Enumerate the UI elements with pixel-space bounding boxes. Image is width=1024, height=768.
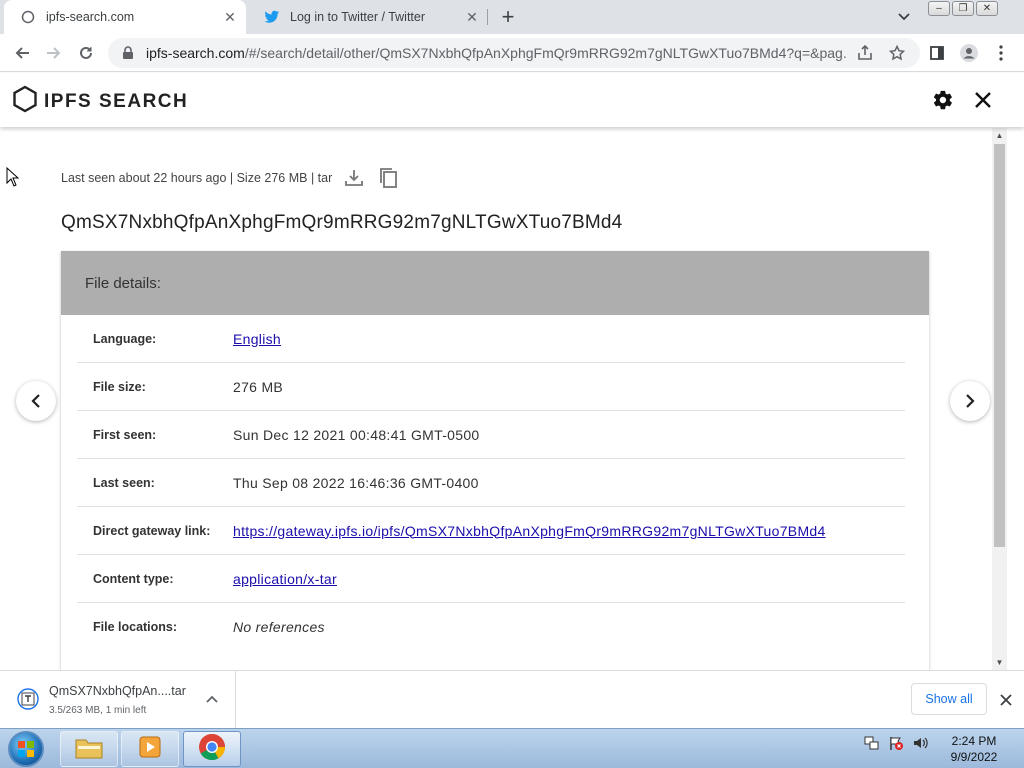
download-file-name: QmSX7NxbhQfpAn....tar: [49, 684, 186, 698]
row-gateway-link: Direct gateway link: https://gateway.ipf…: [77, 507, 905, 555]
row-label: File locations:: [93, 620, 178, 634]
url-path: /#/search/detail/other/QmSX7NxbhQfpAnXph…: [244, 45, 846, 61]
row-value: 276 MB: [233, 378, 284, 395]
row-value: No references: [233, 619, 325, 635]
taskbar-media-player[interactable]: [121, 731, 179, 767]
address-bar[interactable]: ipfs-search.com/#/search/detail/other/Qm…: [108, 38, 920, 68]
row-last-seen: Last seen: Thu Sep 08 2022 16:46:36 GMT-…: [77, 459, 905, 507]
row-label: First seen:: [93, 427, 157, 442]
row-first-seen: First seen: Sun Dec 12 2021 00:48:41 GMT…: [77, 411, 905, 459]
side-panel-icon[interactable]: [926, 42, 948, 64]
row-label: Direct gateway link:: [93, 523, 211, 538]
mouse-cursor-icon: [6, 166, 20, 187]
network-icon[interactable]: [864, 735, 880, 751]
scroll-up-arrow-icon[interactable]: ▲: [995, 132, 1004, 140]
content-type-link[interactable]: application/x-tar: [233, 571, 337, 587]
forward-button[interactable]: [42, 41, 66, 65]
menu-kebab-icon[interactable]: [990, 42, 1012, 64]
show-all-button[interactable]: Show all: [911, 683, 987, 715]
close-window-button[interactable]: ✕: [976, 1, 998, 16]
chevron-up-icon[interactable]: [204, 691, 220, 707]
bookmark-star-icon[interactable]: [888, 44, 906, 62]
action-center-flag-icon[interactable]: [888, 735, 904, 751]
reload-button[interactable]: [74, 41, 98, 65]
share-icon[interactable]: [856, 44, 874, 62]
start-button[interactable]: [4, 730, 48, 768]
language-link[interactable]: English: [233, 331, 281, 347]
hexagon-logo-icon: [12, 85, 38, 118]
card-header: File details:: [61, 251, 929, 315]
site-logo[interactable]: IPFS SEARCH: [12, 85, 188, 118]
folder-icon: [74, 734, 104, 765]
file-meta: Last seen about 22 hours ago | Size 276 …: [61, 166, 400, 190]
download-item[interactable]: QmSX7NxbhQfpAn....tar 3.5/263 MB, 1 min …: [0, 671, 236, 729]
download-status: 3.5/263 MB, 1 min left: [49, 705, 147, 716]
minimize-button[interactable]: –: [928, 1, 950, 16]
browser-tab-strip: ipfs-search.com ✕ Log in to Twitter / Tw…: [0, 0, 1024, 34]
row-language: Language: English: [77, 315, 905, 363]
row-file-locations: File locations: No references: [77, 603, 905, 651]
browser-toolbar: ipfs-search.com/#/search/detail/other/Qm…: [0, 34, 1024, 72]
detail-content: Last seen about 22 hours ago | Size 276 …: [0, 128, 992, 670]
download-icon[interactable]: [342, 166, 366, 190]
taskbar-chrome[interactable]: [183, 731, 241, 767]
row-label: Language:: [93, 331, 157, 346]
clock-time: 2:24 PM: [951, 734, 997, 748]
gateway-link[interactable]: https://gateway.ipfs.io/ipfs/QmSX7NxbhQf…: [233, 523, 826, 539]
row-value: Thu Sep 08 2022 16:46:36 GMT-0400: [233, 474, 479, 491]
tab-twitter[interactable]: Log in to Twitter / Twitter ✕: [248, 0, 488, 34]
globe-icon: [20, 9, 36, 25]
next-result-button[interactable]: [950, 381, 990, 421]
scrollbar-thumb[interactable]: [994, 144, 1005, 547]
close-shelf-icon[interactable]: [996, 690, 1016, 710]
window-controls: – ❐ ✕: [928, 1, 998, 18]
copy-icon[interactable]: [376, 166, 400, 190]
clock-date: 9/9/2022: [950, 750, 998, 764]
meta-text: Last seen about 22 hours ago | Size 276 …: [61, 171, 333, 185]
file-details-card: File details: Language: English File siz…: [61, 251, 929, 670]
scroll-down-arrow-icon[interactable]: ▼: [995, 659, 1004, 667]
volume-icon[interactable]: [912, 735, 928, 751]
row-file-size: File size: 276 MB: [77, 363, 905, 411]
page-scrollbar[interactable]: ▲ ▼: [992, 128, 1007, 670]
site-header: IPFS SEARCH: [0, 73, 1024, 127]
windows-taskbar: 2:24 PM 9/9/2022: [0, 728, 1024, 768]
url-host: ipfs-search.com: [146, 45, 245, 61]
chrome-icon: [197, 732, 227, 767]
file-hash-title: QmSX7NxbhQfpAnXphgFmQr9mRRG92m7gNLTGwXTu…: [61, 212, 623, 233]
detail-rows: Language: English File size: 276 MB Firs…: [61, 315, 929, 651]
system-tray: [864, 735, 928, 751]
tab-search-chevron-icon[interactable]: [893, 7, 915, 27]
gear-icon[interactable]: [930, 87, 956, 113]
new-tab-button[interactable]: +: [496, 4, 520, 29]
close-tab-icon[interactable]: ✕: [462, 7, 482, 27]
taskbar-clock[interactable]: 2:24 PM 9/9/2022: [940, 733, 1008, 765]
profile-avatar-icon[interactable]: [958, 42, 980, 64]
twitter-icon: [264, 9, 280, 25]
row-content-type: Content type: application/x-tar: [77, 555, 905, 603]
tab-separator: [487, 9, 488, 25]
tab-title: ipfs-search.com: [46, 10, 135, 24]
brand-name: IPFS SEARCH: [44, 90, 189, 112]
tab-ipfs-search[interactable]: ipfs-search.com ✕: [4, 0, 246, 34]
row-value: Sun Dec 12 2021 00:48:41 GMT-0500: [233, 426, 480, 443]
row-label: File size:: [93, 379, 146, 394]
tab-title: Log in to Twitter / Twitter: [290, 10, 426, 24]
back-button[interactable]: [10, 41, 34, 65]
maximize-button[interactable]: ❐: [952, 1, 974, 16]
close-icon[interactable]: [970, 87, 996, 113]
url-text: ipfs-search.com/#/search/detail/other/Qm…: [146, 45, 846, 61]
row-label: Content type:: [93, 571, 174, 586]
download-shelf: QmSX7NxbhQfpAn....tar 3.5/263 MB, 1 min …: [0, 670, 1024, 729]
row-label: Last seen:: [93, 475, 155, 490]
media-player-icon: [137, 734, 163, 765]
taskbar-explorer[interactable]: [60, 731, 118, 767]
close-tab-icon[interactable]: ✕: [220, 7, 240, 27]
windows-logo-icon: [8, 731, 44, 767]
file-icon: [17, 688, 39, 710]
previous-result-button[interactable]: [16, 381, 56, 421]
lock-icon[interactable]: [120, 46, 136, 60]
